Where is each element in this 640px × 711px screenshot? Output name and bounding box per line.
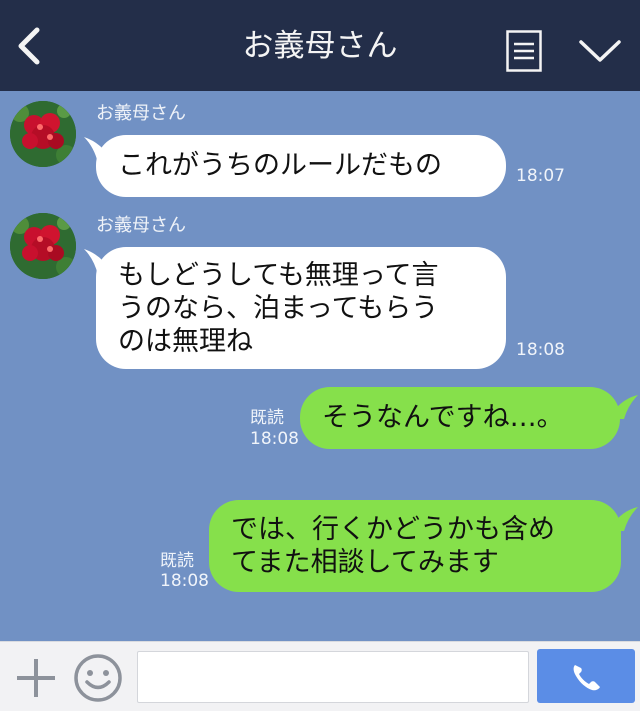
bubble-tail [608,395,638,419]
sender-name: お義母さん [96,215,186,236]
avatar[interactable] [10,213,76,279]
read-receipt: 既読 [160,551,194,571]
message-bubble[interactable]: もしどうしても無理って言 うのなら、泊まってもらう のは無理ね [96,247,506,369]
message-bubble[interactable]: では、行くかどうかも含め てまた相談してみます [209,500,621,592]
message-bubble[interactable]: そうなんですね…。 [300,387,620,449]
menu-button[interactable] [506,30,542,72]
message-text: もしどうしても無理って言 [118,260,439,291]
message-input[interactable] [137,651,529,703]
emoji-button[interactable] [73,653,123,703]
plus-icon [17,659,55,697]
message-time: 18:07 [516,166,565,186]
message-text: これがうちのルールだもの [118,150,442,181]
message-text: うのなら、泊まってもらう [118,293,439,324]
smiley-icon [74,654,122,702]
chat-header: お義母さん [0,0,640,91]
bubble-tail [608,507,638,531]
sender-name: お義母さん [96,103,186,124]
red-flower-avatar [10,213,76,279]
input-bar [0,641,640,711]
phone-icon [573,665,600,691]
message-text: では、行くかどうかも含め [231,514,555,545]
chat-title: お義母さん [242,28,398,64]
message-list[interactable]: お義母さん これがうちのルールだもの 18:07 お義母さん もしどうしても無理… [0,91,640,641]
add-button[interactable] [14,656,58,700]
message-time: 18:08 [516,340,565,360]
call-button[interactable] [537,649,635,703]
message-text: そうなんですね…。 [322,402,564,433]
message-time: 18:08 [250,429,299,449]
message-text: のは無理ね [118,326,253,357]
chevron-down-icon [579,40,621,62]
collapse-button[interactable] [578,34,622,68]
message-time: 18:08 [160,571,209,591]
menu-lines-icon [506,30,542,72]
message-text: てまた相談してみます [231,547,499,578]
read-receipt: 既読 [250,408,284,428]
avatar[interactable] [10,101,76,167]
red-flower-avatar [10,101,76,167]
message-bubble[interactable]: これがうちのルールだもの [96,135,506,197]
